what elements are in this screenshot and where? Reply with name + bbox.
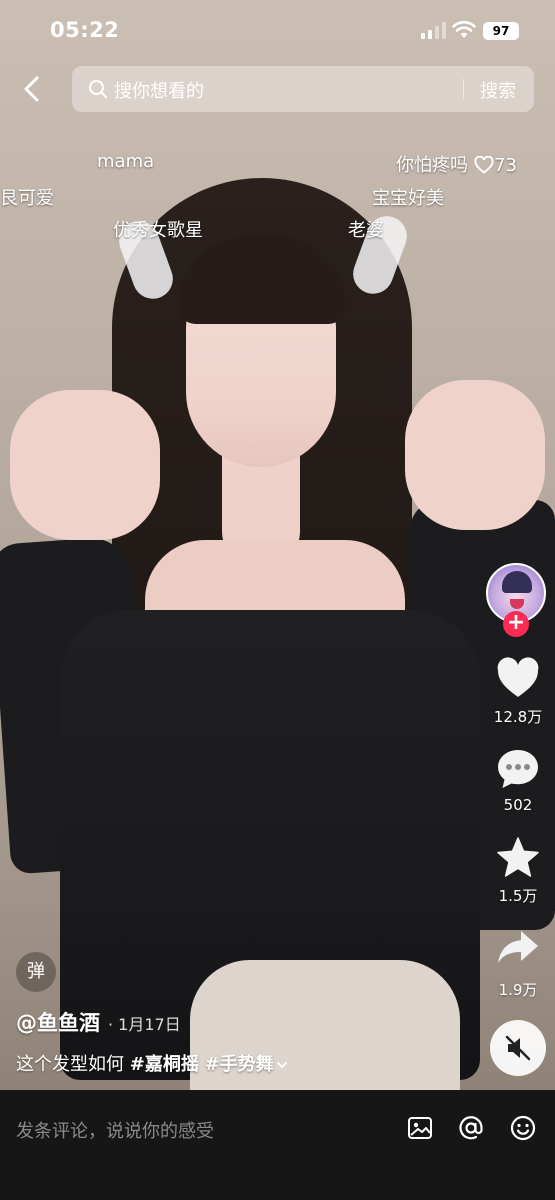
danmaku-comment: 你怕疼吗 73 bbox=[396, 151, 517, 177]
wifi-icon bbox=[452, 20, 476, 38]
cellular-signal-icon bbox=[421, 22, 446, 39]
mention-at-icon[interactable] bbox=[457, 1114, 485, 1142]
search-bar[interactable]: 搜你想看的 搜索 bbox=[72, 66, 534, 112]
hashtag-link[interactable]: #手势舞 bbox=[205, 1054, 274, 1075]
battery-indicator: 97 bbox=[483, 22, 519, 40]
danmaku-comment: mama bbox=[97, 151, 155, 172]
heart-outline-icon bbox=[474, 156, 494, 174]
comment-input[interactable]: 发条评论，说说你的感受 bbox=[16, 1117, 214, 1143]
danmaku-toggle-button[interactable]: 弹 bbox=[16, 952, 56, 992]
video-subject-right-hand bbox=[405, 380, 545, 530]
danmaku-text: 你怕疼吗 bbox=[396, 155, 468, 176]
search-button[interactable]: 搜索 bbox=[480, 77, 516, 103]
search-icon bbox=[89, 80, 107, 98]
comment-bar: 发条评论，说说你的感受 bbox=[0, 1090, 555, 1200]
favorite-count: 1.5万 bbox=[498, 887, 538, 905]
danmaku-comment: 艮可爱 bbox=[0, 188, 54, 209]
comment-count: 502 bbox=[503, 796, 533, 814]
back-arrow-icon[interactable] bbox=[18, 74, 46, 104]
status-time: 05:22 bbox=[50, 18, 120, 42]
emoji-smile-icon[interactable] bbox=[509, 1114, 537, 1142]
avatar-mouth bbox=[510, 599, 524, 609]
search-input[interactable]: 搜你想看的 bbox=[114, 77, 204, 103]
post-date-text: 1月17日 bbox=[118, 1015, 181, 1034]
avatar-cap bbox=[502, 571, 532, 593]
search-divider bbox=[463, 79, 464, 99]
danmaku-comment: 宝宝好美 bbox=[372, 188, 444, 209]
follow-button[interactable]: + bbox=[503, 611, 529, 637]
share-count: 1.9万 bbox=[498, 981, 538, 999]
chevron-down-icon[interactable] bbox=[276, 1060, 288, 1070]
share-arrow-icon[interactable] bbox=[495, 926, 541, 970]
post-date: · 1月17日 bbox=[108, 1015, 181, 1034]
favorite-star-icon[interactable] bbox=[495, 836, 541, 880]
danmaku-like-count: 73 bbox=[494, 155, 517, 176]
author-name[interactable]: @鱼鱼酒 bbox=[16, 1007, 100, 1037]
danmaku-comment: 老婆 bbox=[348, 220, 384, 241]
status-bar: 05:22 97 bbox=[0, 0, 555, 60]
speaker-muted-icon bbox=[505, 1035, 531, 1061]
image-picker-icon[interactable] bbox=[406, 1114, 434, 1142]
video-caption[interactable]: 这个发型如何 #嘉桐摇 #手势舞 bbox=[16, 1050, 288, 1076]
mute-toggle-button[interactable] bbox=[490, 1020, 546, 1076]
like-heart-icon[interactable] bbox=[495, 656, 541, 700]
like-count: 12.8万 bbox=[493, 708, 543, 726]
danmaku-comment: 优秀女歌星 bbox=[113, 220, 203, 241]
caption-text: 这个发型如何 bbox=[16, 1054, 124, 1075]
hashtag-link[interactable]: #嘉桐摇 bbox=[130, 1054, 199, 1075]
video-subject-left-hand bbox=[10, 390, 160, 540]
comment-bubble-icon[interactable] bbox=[495, 747, 541, 791]
